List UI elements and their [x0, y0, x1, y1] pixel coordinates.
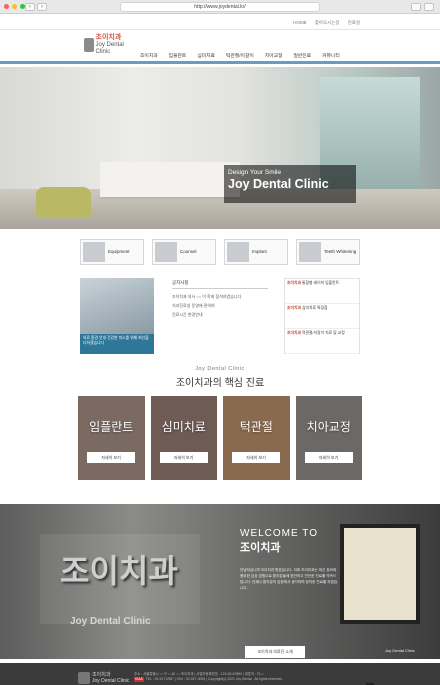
hero-banner: Design Your Smile Joy Dental Clinic — [0, 67, 440, 229]
footer-logo-mark-icon — [78, 672, 90, 684]
welcome-section: 조이치과 Joy Dental Clinic WELCOME TO 조이치과 안… — [0, 504, 440, 659]
close-window-icon[interactable] — [4, 4, 9, 9]
certificate-frame — [340, 524, 420, 624]
quick-equipment[interactable]: Equipment — [80, 239, 144, 265]
notice-item[interactable]: 치과진료실 운영에 관하여 — [172, 301, 268, 310]
card-cosmetic[interactable]: 심미치료 자세히 보기 — [150, 396, 217, 480]
promo-item[interactable]: 조이치과 심미치료 특장점 — [285, 304, 359, 329]
promo-item[interactable]: 조이치과 턱관절/이갈이 치료 및 교정 — [285, 329, 359, 354]
browser-chrome: ‹ › http://www.joydental.kr/ — [0, 0, 440, 14]
logo-subname: Joy Dental Clinic — [95, 42, 124, 55]
nav-item-general[interactable]: 일반진료 — [293, 52, 311, 59]
card-implant-button[interactable]: 자세히 보기 — [87, 452, 135, 463]
hero-subtitle: Design Your Smile — [228, 169, 282, 176]
card-ortho-button[interactable]: 자세히 보기 — [304, 452, 353, 463]
hero-caption: Design Your Smile Joy Dental Clinic — [224, 165, 356, 203]
notice-item[interactable]: 조이치과 의사 ○○ 이 학회 참석하였습니다 — [172, 292, 268, 301]
hero-title: Joy Dental Clinic — [228, 177, 329, 191]
doctors-intro-button[interactable]: 조이치과 의료진 소개 — [245, 646, 305, 658]
top-link-home[interactable]: HOME — [293, 20, 307, 26]
wall-sign-en: Joy Dental Clinic — [70, 616, 151, 627]
footer-logo-sub: Joy Dental Clinic — [92, 678, 130, 684]
equipment-image — [83, 242, 105, 262]
tabs-icon[interactable] — [424, 3, 434, 11]
nav-item-implant[interactable]: 임플란트 — [169, 52, 187, 59]
top-link-clinic[interactable]: 진료실 — [348, 20, 360, 26]
notice-divider — [172, 288, 268, 289]
quick-implant[interactable]: Implant — [224, 239, 288, 265]
card-cosmetic-button[interactable]: 자세히 보기 — [159, 452, 208, 463]
logo-name: 조이치과 — [95, 34, 122, 41]
hero-reception-desk — [100, 162, 240, 197]
footer-line-2: TEL : 02-927-0987 | FAX : 02-927-3094 | … — [145, 677, 283, 681]
card-implant[interactable]: 임플란트 자세히 보기 — [78, 396, 145, 480]
site-footer: 조이치과 Joy Dental Clinic 주소 : 서울특별시 ○○구 ○○… — [0, 663, 440, 685]
nav-item-tmj[interactable]: 턱관절/이갈이 — [226, 52, 254, 59]
welcome-paragraph: 안녕하십니까 조이치과 원장입니다. 저희 조이치과는 최신 장비와 풍부한 임… — [240, 568, 338, 590]
card-tmj[interactable]: 턱관절 자세히 보기 — [223, 396, 290, 480]
site-logo[interactable]: 조이치과 Joy Dental Clinic — [84, 34, 126, 56]
notice-item[interactable]: 진료시간 변경안내 — [172, 310, 268, 319]
back-button[interactable]: ‹ — [25, 3, 35, 11]
promo-panel: 조이치과 통합형 레이저 임플란트 조이치과 심미치료 특장점 조이치과 턱관절… — [284, 278, 360, 354]
notice-section: 의료 환경 안내 건강한 미소를 위해 최선을 다하겠습니다 공지사항 조이치과… — [80, 278, 360, 356]
quick-whitening[interactable]: Teeth Whitening — [296, 239, 360, 265]
card-ortho[interactable]: 치아교정 자세히 보기 — [295, 396, 362, 480]
welcome-text: WELCOME TO 조이치과 안녕하십니까 조이치과 원장입니다. 저희 조이… — [240, 528, 338, 591]
card-tmj-button[interactable]: 자세히 보기 — [232, 452, 280, 463]
section-en-title: Joy Dental Clinic — [195, 366, 245, 372]
forward-button[interactable]: › — [37, 3, 47, 11]
logo-mark-icon — [84, 38, 94, 52]
wall-sign-ko: 조이치과 — [60, 553, 178, 589]
notice-list: 조이치과 의사 ○○ 이 학회 참석하였습니다 치과진료실 운영에 관하여 진료… — [172, 292, 268, 319]
notice-photo[interactable]: 의료 환경 안내 건강한 미소를 위해 최선을 다하겠습니다 — [80, 278, 154, 354]
core-treatment-heading: Joy Dental Clinic 조이치과의 핵심 진료 — [0, 366, 440, 389]
welcome-title-ko: 조이치과 — [240, 542, 281, 554]
footer-info: 주소 : 서울특별시 ○○구 ○○로 ○○ 조이치과 | 사업자등록번호 : 1… — [134, 672, 354, 682]
footer-logo[interactable]: 조이치과 Joy Dental Clinic — [78, 669, 130, 685]
footer-badge: KIAA — [134, 677, 144, 682]
utility-bar: HOME 찾아오시는길 진료실 — [0, 14, 440, 30]
minimize-window-icon[interactable] — [12, 4, 17, 9]
share-icon[interactable] — [411, 3, 421, 11]
welcome-title-en: WELCOME TO — [240, 528, 318, 539]
notice-photo-caption: 의료 환경 안내 건강한 미소를 위해 최선을 다하겠습니다 — [80, 334, 154, 354]
hero-chair — [36, 187, 91, 217]
whitening-image — [299, 242, 321, 262]
notice-title[interactable]: 공지사항 — [172, 280, 189, 286]
section-ko-title: 조이치과의 핵심 진료 — [175, 378, 265, 389]
welcome-tag: Joy Dental Clinic — [385, 648, 415, 653]
promo-item[interactable]: 조이치과 통합형 레이저 임플란트 — [285, 279, 359, 304]
site-header: 조이치과 Joy Dental Clinic 조이치과 임플란트 심미치료 턱관… — [0, 30, 440, 64]
quick-counsel[interactable]: Counsel — [152, 239, 216, 265]
web-page: HOME 찾아오시는길 진료실 조이치과 Joy Dental Clinic 조… — [0, 14, 440, 685]
nav-item-community[interactable]: 커뮤니티 — [322, 52, 340, 59]
quick-links: Equipment Counsel Implant Teeth Whitenin… — [80, 239, 360, 265]
window-controls[interactable] — [4, 4, 25, 9]
address-bar[interactable]: http://www.joydental.kr/ — [120, 2, 320, 12]
counsel-image — [155, 242, 177, 262]
nav-item-joy[interactable]: 조이치과 — [140, 52, 158, 59]
nav-item-ortho[interactable]: 치아교정 — [265, 52, 283, 59]
top-link-directions[interactable]: 찾아오시는길 — [315, 20, 340, 26]
main-nav: 조이치과 임플란트 심미치료 턱관절/이갈이 치아교정 일반진료 커뮤니티 — [140, 52, 340, 59]
implant-image — [227, 242, 249, 262]
treatment-cards: 임플란트 자세히 보기 심미치료 자세히 보기 턱관절 자세히 보기 치아교정 … — [78, 396, 362, 480]
nav-item-cosmetic[interactable]: 심미치료 — [197, 52, 215, 59]
